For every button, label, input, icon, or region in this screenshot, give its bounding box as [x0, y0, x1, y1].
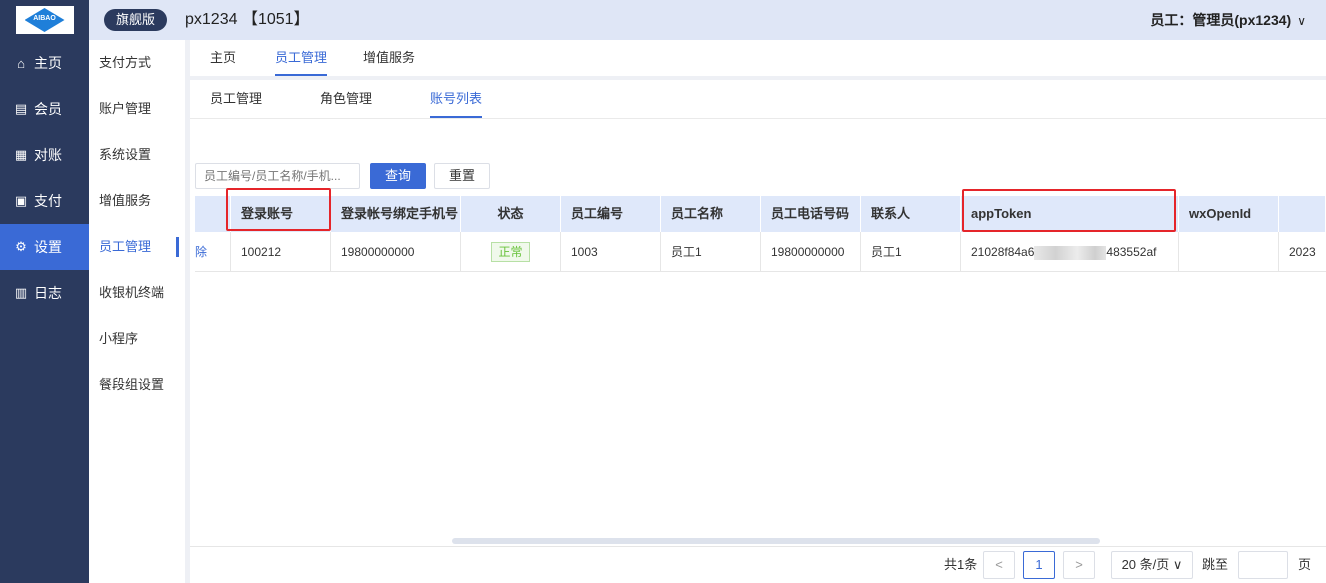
table-row: 除 100212 19800000000 正常 1003 员工1 1980000…: [195, 232, 1326, 272]
chevron-down-icon: ∨: [1297, 14, 1306, 28]
payment-icon: ▣: [14, 193, 28, 208]
horizontal-scrollbar[interactable]: [452, 538, 1100, 544]
nav-label: 主页: [34, 55, 62, 71]
cell-wxopenid: [1179, 232, 1279, 272]
header-cell-wxopenid: wxOpenId: [1179, 196, 1279, 232]
header-cell-status: 状态: [461, 196, 561, 232]
tab-value-added[interactable]: 增值服务: [363, 40, 415, 76]
tab-home[interactable]: 主页: [210, 40, 236, 76]
delete-link[interactable]: 除: [195, 245, 207, 259]
page-size-select[interactable]: 20 条/页 ∨: [1111, 551, 1193, 579]
settings-subnav: 支付方式 账户管理 系统设置 增值服务 员工管理 收银机终端 小程序 餐段组设置: [89, 40, 185, 583]
cell-employee-phone: 19800000000: [761, 232, 861, 272]
header-cell-date: [1279, 196, 1326, 232]
content-panel: 员工管理 角色管理 账号列表 查询 重置: [190, 80, 1326, 583]
log-icon: ▥: [14, 285, 28, 300]
cell-employee-no: 1003: [561, 232, 661, 272]
reconcile-icon: ▦: [14, 147, 28, 162]
tab-role-management[interactable]: 角色管理: [320, 80, 372, 118]
token-prefix: 21028f84a6: [971, 245, 1035, 259]
footer-divider: [190, 546, 1326, 547]
reset-button[interactable]: 重置: [434, 163, 490, 189]
tab-divider: [190, 118, 1326, 119]
tab-employee-list[interactable]: 员工管理: [210, 80, 262, 118]
subnav-mini-program[interactable]: 小程序: [89, 316, 185, 362]
home-icon: ⌂: [17, 55, 25, 71]
nav-item-member[interactable]: ▤ 会员: [0, 86, 89, 132]
subnav-system-settings[interactable]: 系统设置: [89, 132, 185, 178]
prev-page-button[interactable]: <: [983, 551, 1015, 579]
header-cell-employee-phone: 员工电话号码: [761, 196, 861, 232]
cell-bound-phone: 19800000000: [331, 232, 461, 272]
brand-logo[interactable]: AIBAO: [0, 0, 89, 40]
page-1-button[interactable]: 1: [1023, 551, 1055, 579]
tab-employee-management[interactable]: 员工管理: [275, 40, 328, 76]
store-title: px1234 【1051】: [185, 11, 310, 28]
highlight-box-apptoken: [962, 189, 1176, 232]
member-icon: ▤: [14, 101, 28, 116]
row-action-cell: 除: [195, 232, 231, 272]
cell-status: 正常: [461, 232, 561, 272]
subnav-employee-management[interactable]: 员工管理: [89, 224, 185, 270]
tab-account-list[interactable]: 账号列表: [430, 80, 483, 118]
subnav-account-management[interactable]: 账户管理: [89, 86, 185, 132]
next-page-button[interactable]: >: [1063, 551, 1095, 579]
cell-date: 2023: [1289, 245, 1316, 259]
nav-item-settings[interactable]: ⚙ 设置: [0, 224, 89, 270]
goto-page-input[interactable]: [1238, 551, 1288, 579]
nav-item-payment[interactable]: ▣ 支付: [0, 178, 89, 224]
subnav-value-added[interactable]: 增值服务: [89, 178, 185, 224]
status-badge: 正常: [491, 242, 530, 262]
page-unit-label: 页: [1298, 557, 1312, 572]
cell-account: 100212: [231, 232, 331, 272]
nav-label: 支付: [34, 193, 62, 209]
nav-item-log[interactable]: ▥ 日志: [0, 270, 89, 316]
highlight-box-account: [226, 188, 331, 231]
subnav-meal-period[interactable]: 餐段组设置: [89, 362, 185, 408]
cell-employee-name: 员工1: [661, 232, 761, 272]
header-cell-contact: 联系人: [861, 196, 961, 232]
nav-item-reconcile[interactable]: ▦ 对账: [0, 132, 89, 178]
token-suffix: 483552af: [1106, 245, 1157, 259]
subnav-pos-terminal[interactable]: 收银机终端: [89, 270, 185, 316]
nav-label: 对账: [34, 147, 62, 163]
top-header: AIBAO 旗舰版 px1234 【1051】 员工：管理员(px1234) ∨: [0, 0, 1326, 40]
header-cell-employee-no: 员工编号: [561, 196, 661, 232]
user-name: 员工：管理员(px1234): [1150, 12, 1292, 28]
logo-mark: AIBAO: [15, 6, 74, 34]
main-sidebar: ⌂ 主页 ▤ 会员 ▦ 对账 ▣ 支付 ⚙ 设置 ▥ 日志: [0, 40, 89, 583]
main-content: 主页 员工管理 增值服务 员工管理 角色管理 账号列表 查询 重置 登录账号 登…: [190, 40, 1326, 583]
nav-label: 日志: [34, 285, 62, 301]
query-button[interactable]: 查询: [370, 163, 426, 189]
nav-item-home[interactable]: ⌂ 主页: [0, 40, 89, 86]
pagination-total: 共1条: [944, 557, 978, 572]
cell-apptoken: 21028f84a6 483552af: [961, 232, 1179, 272]
cell-contact: 员工1: [861, 232, 961, 272]
edition-badge: 旗舰版: [104, 9, 168, 31]
nav-label: 设置: [34, 239, 62, 255]
nav-label: 会员: [34, 101, 62, 117]
search-input[interactable]: [195, 163, 360, 189]
page-size-label: 20 条/页: [1121, 557, 1170, 572]
goto-label: 跳至: [1202, 557, 1229, 572]
logo-text: AIBAO: [33, 15, 56, 22]
redacted-blur: [1034, 245, 1107, 260]
header-cell-employee-name: 员工名称: [661, 196, 761, 232]
subnav-payment-method[interactable]: 支付方式: [89, 40, 185, 86]
gear-icon: ⚙: [15, 239, 27, 254]
user-menu[interactable]: 员工：管理员(px1234) ∨: [1150, 9, 1306, 32]
header-cell-bound-phone: 登录帐号绑定手机号: [331, 196, 461, 232]
chevron-down-icon: ∨: [1172, 557, 1183, 572]
top-tabs: 主页 员工管理 增值服务: [190, 40, 1326, 76]
